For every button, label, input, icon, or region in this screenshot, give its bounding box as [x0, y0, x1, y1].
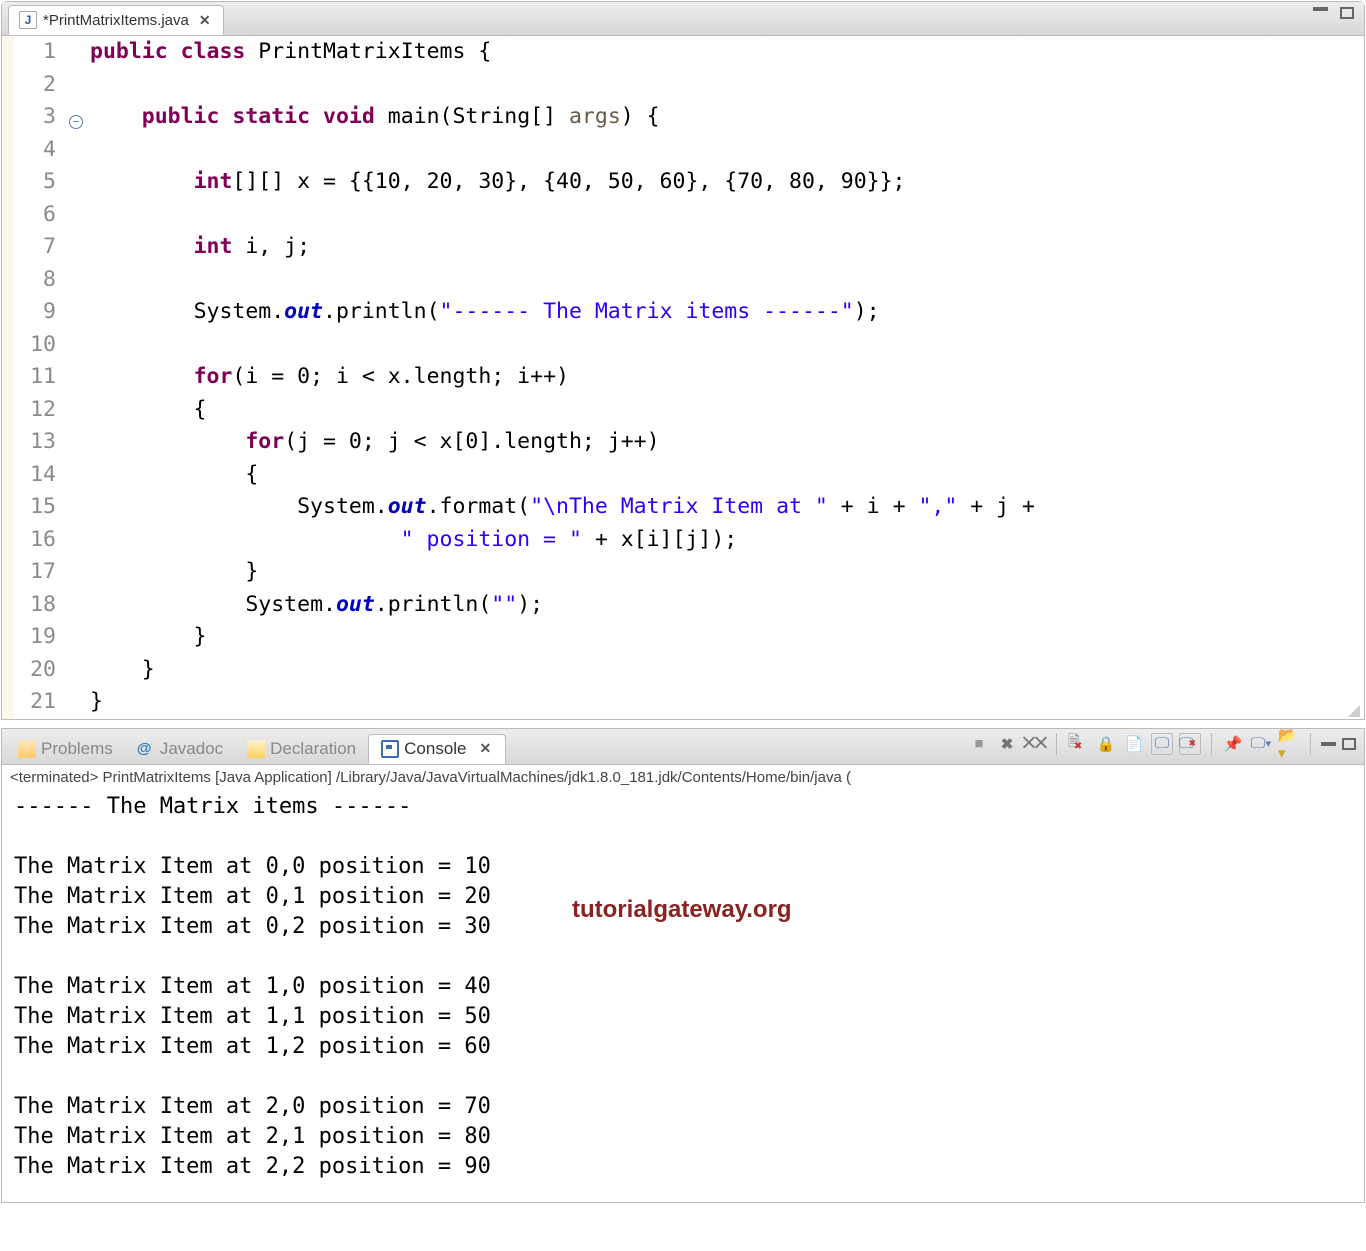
display-selected-console-icon[interactable]: 🖵▾ [1250, 733, 1272, 755]
editor-tab-label: *PrintMatrixItems.java [43, 12, 189, 29]
console-toolbar: ■ ✖ ⨉⨉ 🗎✖ 🔒 📄 🖵 🖵✖ 📌 🖵▾ 📂▾ [968, 733, 1356, 755]
terminate-icon[interactable]: ■ [968, 733, 990, 755]
separator [1056, 733, 1057, 755]
watermark: tutorialgateway.org [572, 895, 792, 925]
gutter-margin [2, 36, 14, 719]
show-console-on-output-icon[interactable]: 🖵 [1151, 733, 1173, 755]
wrap-icon[interactable]: 📄 [1123, 733, 1145, 755]
pin-console-icon[interactable]: 📌 [1222, 733, 1244, 755]
console-tabbar: Problems @ Javadoc Declaration Console ✕… [2, 729, 1364, 765]
problems-icon [18, 740, 36, 758]
javadoc-icon: @ [137, 740, 155, 758]
close-icon[interactable]: ✕ [197, 12, 213, 29]
declaration-icon [247, 740, 265, 758]
source-code[interactable]: public class PrintMatrixItems { public s… [86, 36, 1035, 719]
folding-gutter[interactable]: − [66, 36, 86, 719]
separator [1310, 733, 1311, 755]
minimize-icon[interactable] [1321, 742, 1336, 746]
editor-tab[interactable]: J *PrintMatrixItems.java ✕ [8, 5, 224, 35]
editor-tabbar: J *PrintMatrixItems.java ✕ [2, 2, 1364, 36]
resize-handle-icon[interactable] [1348, 705, 1360, 717]
tab-declaration[interactable]: Declaration [235, 734, 368, 764]
minimize-icon[interactable] [1313, 7, 1328, 11]
scroll-lock-icon[interactable]: 🔒 [1095, 733, 1117, 755]
remove-all-icon[interactable]: ⨉⨉ [1024, 733, 1046, 755]
tab-label: Javadoc [160, 739, 223, 759]
fold-toggle-icon[interactable]: − [69, 115, 83, 129]
maximize-icon[interactable] [1342, 738, 1356, 750]
tab-console[interactable]: Console ✕ [368, 734, 506, 764]
tab-label: Declaration [270, 739, 356, 759]
console-output[interactable]: ------ The Matrix items ------ The Matri… [2, 790, 1364, 1202]
tab-javadoc[interactable]: @ Javadoc [125, 734, 235, 764]
clear-console-icon[interactable]: 🗎✖ [1067, 733, 1089, 755]
separator [1211, 733, 1212, 755]
close-icon[interactable]: ✕ [478, 740, 494, 757]
show-console-on-error-icon[interactable]: 🖵✖ [1179, 733, 1201, 755]
console-status: <terminated> PrintMatrixItems [Java Appl… [2, 765, 1364, 790]
maximize-icon[interactable] [1340, 7, 1354, 19]
console-icon [381, 740, 399, 758]
java-file-icon: J [19, 11, 37, 29]
editor-pane: J *PrintMatrixItems.java ✕ 1234567891011… [1, 1, 1365, 720]
console-output-text: ------ The Matrix items ------ The Matri… [14, 794, 491, 1179]
tab-label: Problems [41, 739, 113, 759]
code-area[interactable]: 123456789101112131415161718192021 − publ… [2, 36, 1364, 719]
editor-window-controls [1313, 7, 1354, 19]
open-console-icon[interactable]: 📂▾ [1278, 733, 1300, 755]
line-number-gutter: 123456789101112131415161718192021 [14, 36, 66, 719]
console-pane: Problems @ Javadoc Declaration Console ✕… [1, 728, 1365, 1203]
tab-problems[interactable]: Problems [6, 734, 125, 764]
remove-launch-icon[interactable]: ✖ [996, 733, 1018, 755]
tab-label: Console [404, 739, 466, 759]
editor-body: 123456789101112131415161718192021 − publ… [2, 36, 1364, 719]
